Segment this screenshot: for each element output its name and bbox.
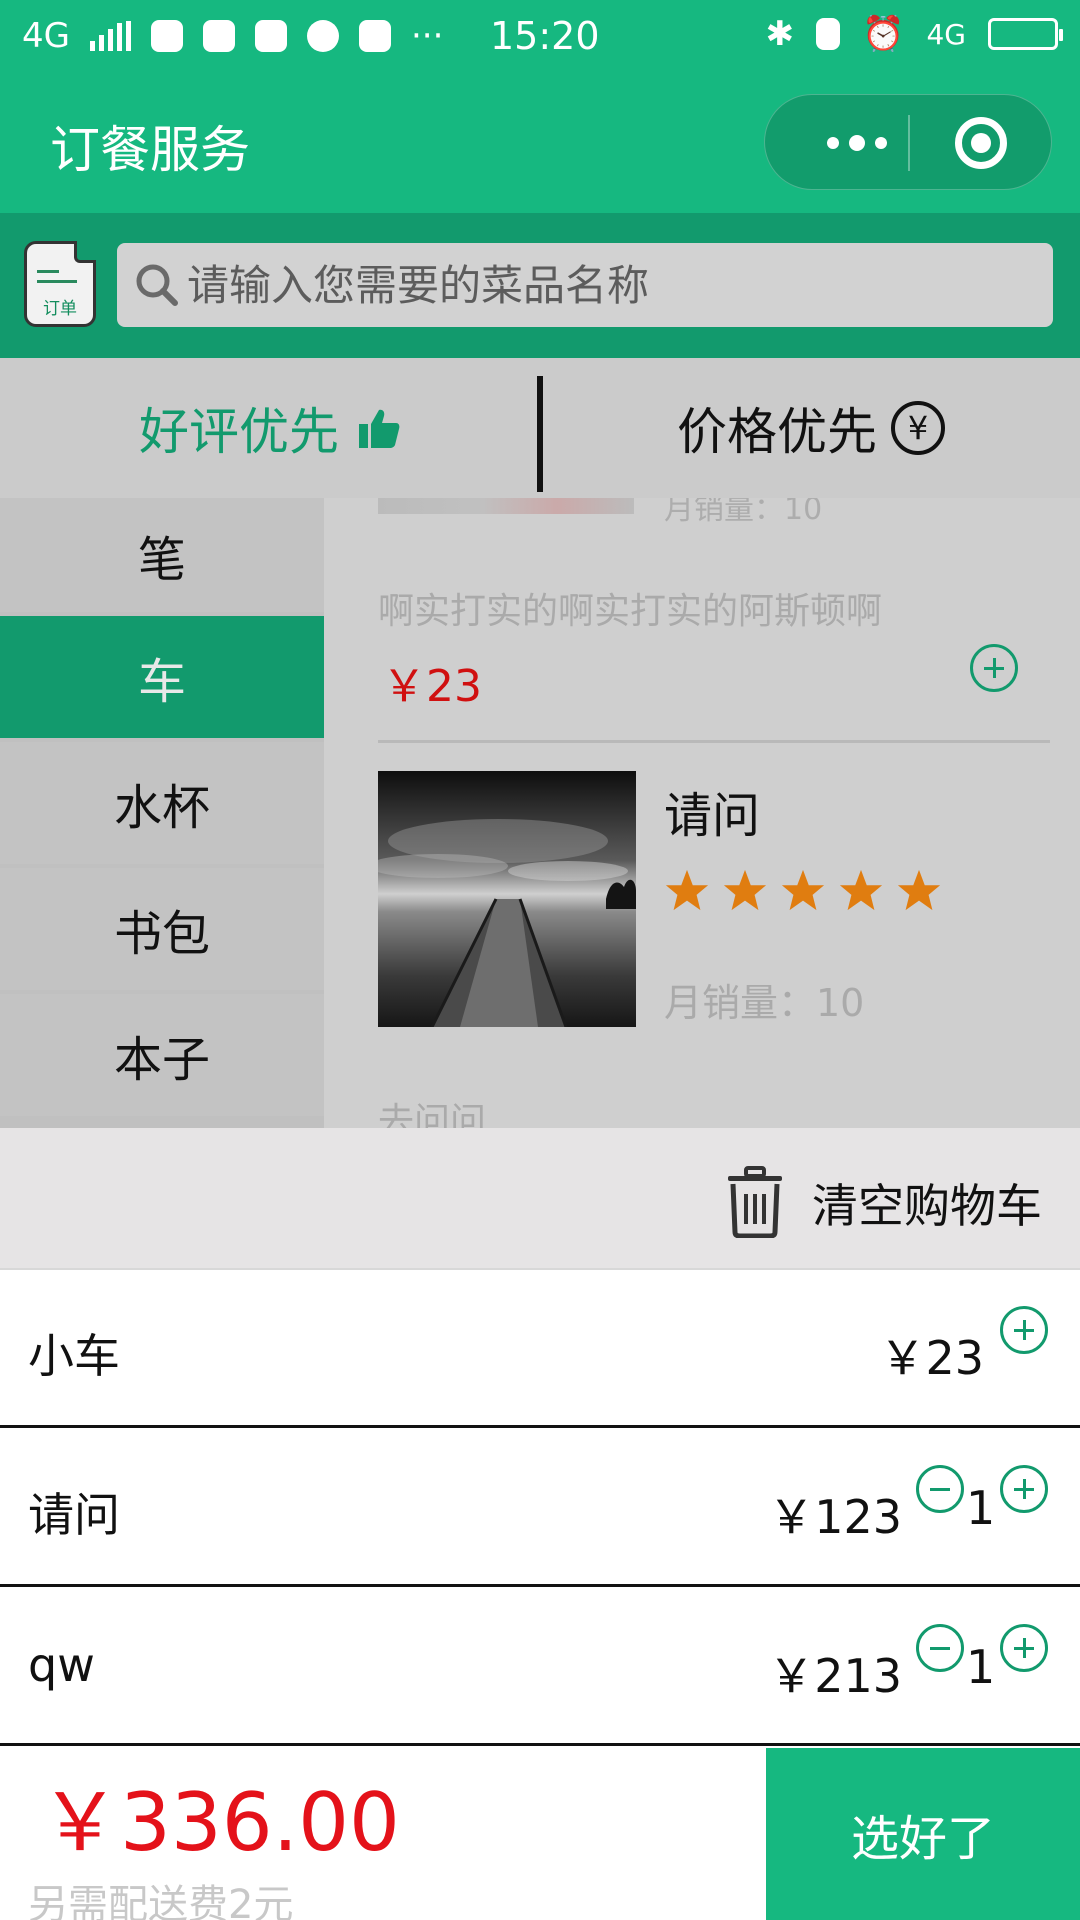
status-left: 4G ··· [22,16,443,56]
shopping-bag-icon [358,20,391,52]
add-to-cart-icon[interactable] [970,644,1018,692]
clear-cart-button[interactable]: 清空购物车 [812,1170,1042,1236]
more-menu-icon[interactable] [807,95,907,191]
product-price: ￥23 [382,661,482,712]
increase-quantity-icon[interactable] [1000,1624,1048,1672]
thumbs-up-icon [359,409,400,448]
bluetooth-icon: ✱ [765,14,795,54]
android-icon [254,20,287,52]
product-sales: 月销量：10 [664,981,865,1025]
sort-price-label: 价格优先 [677,403,877,461]
product-name: 请问 [664,788,761,844]
category-label: 书包 [113,906,210,962]
cart-item: 请问 ￥123 1 [0,1429,1080,1587]
cart-item-name: 小车 [28,1329,120,1383]
cart-item-price: ￥213 [768,1649,902,1703]
browser-icon [150,20,183,52]
star-icon [723,869,767,911]
cart-item: qw ￥213 1 [0,1588,1080,1746]
order-icon-line [37,280,77,283]
cart-item-price: ￥123 [768,1490,902,1544]
signal-icon [89,21,131,51]
increase-quantity-icon[interactable] [1000,1465,1048,1513]
search-input[interactable] [187,243,1037,327]
star-icon [839,869,883,911]
category-label: 本子 [113,1032,210,1088]
more-notifications-icon: ··· [410,16,444,56]
alipay-icon [202,20,235,52]
decrease-quantity-icon[interactable] [916,1465,964,1513]
star-icon [781,869,825,911]
checkout-button[interactable]: 选好了 [766,1748,1080,1920]
category-item[interactable]: 水杯 [0,742,324,864]
increase-quantity-icon[interactable] [1000,1306,1048,1354]
cart-item-name: qw [28,1638,95,1692]
network-label: 4G [22,16,70,56]
alarm-icon: ⏰ [862,14,905,54]
sort-price-button[interactable]: 价格优先 ¥ [542,358,1080,498]
page-title: 订餐服务 [50,121,250,179]
search-row: 订单 [0,213,1080,358]
search-box[interactable] [117,243,1053,327]
product-description: 去问问 [378,1101,487,1128]
checkout-bar: ￥336.00 另需配送费2元 选好了 [0,1748,1080,1920]
cart-item-name: 请问 [28,1488,120,1542]
decrease-quantity-icon[interactable] [916,1624,964,1672]
product-image[interactable] [378,771,636,1027]
capsule-divider [908,115,910,171]
cart-total: ￥336.00 [40,1776,400,1869]
star-icon [665,869,709,911]
cart-item-price: ￥23 [879,1331,984,1385]
trash-icon[interactable] [724,1166,786,1238]
product-image-partial [378,498,634,514]
sort-good-label: 好评优先 [139,403,339,461]
product-sales-partial: 月销量：10 [664,498,823,527]
category-item[interactable]: 本子 [0,994,324,1116]
category-label: 笔 [137,532,186,588]
cart-item: 小车 ￥23 [0,1270,1080,1428]
category-item-active[interactable]: 车 [0,616,324,738]
battery-saver-icon [816,18,841,50]
status-right: ✱ ⏰ 4G [765,14,1063,54]
category-sidebar: 笔 车 水杯 书包 本子 [0,498,324,1128]
product-description: 啊实打实的啊实打实的阿斯顿啊 [378,591,883,632]
status-bar: 4G ··· 15:20 ✱ ⏰ 4G [0,0,1080,70]
close-miniprogram-icon[interactable] [955,117,1007,169]
miniprogram-capsule [764,94,1052,190]
category-label: 水杯 [113,780,210,836]
order-icon-fold [74,241,96,263]
cart-header: 清空购物车 [0,1128,1080,1270]
cart-item-quantity: 1 [966,1640,996,1694]
clock: 15:20 [490,14,600,58]
battery-icon [988,18,1063,50]
network-label-right: 4G [926,17,966,51]
delivery-fee-note: 另需配送费2元 [28,1882,294,1920]
order-icon-line [37,270,59,273]
search-icon [136,264,178,306]
product-list[interactable]: 月销量：10 啊实打实的啊实打实的阿斯顿啊 ￥23 请问 月销量：10 去问问 [324,498,1080,1128]
pier-landscape-image [378,771,636,1027]
cart-item-quantity: 1 [966,1481,996,1535]
title-bar: 订餐服务 [0,70,1080,213]
sort-row: 好评优先 价格优先 ¥ [0,358,1080,498]
category-label: 车 [137,654,186,710]
order-icon[interactable]: 订单 [24,241,96,327]
message-icon [306,20,339,52]
category-item[interactable]: 笔 [0,498,324,612]
rating-stars [664,868,942,914]
order-icon-label: 订单 [43,299,77,319]
yen-circle-icon: ¥ [891,401,945,455]
category-item[interactable]: 书包 [0,868,324,990]
sort-good-rating-button[interactable]: 好评优先 [0,358,540,498]
star-icon [897,869,941,911]
product-divider [378,740,1050,743]
